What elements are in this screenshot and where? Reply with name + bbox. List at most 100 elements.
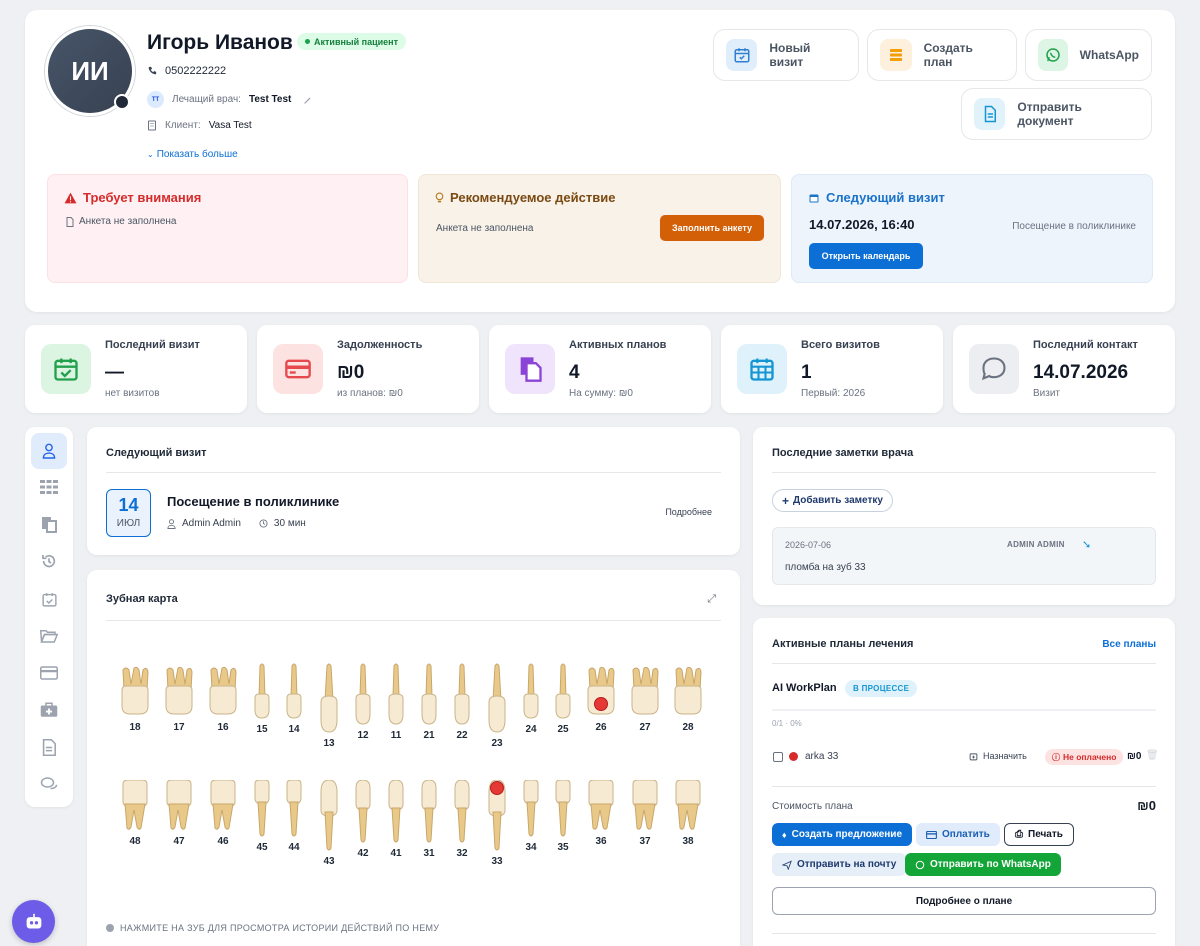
- tooth-12[interactable]: 12: [354, 662, 372, 741]
- patient-name: Игорь Иванов: [147, 31, 293, 54]
- print-button[interactable]: ⎙ Печать: [1004, 823, 1074, 846]
- tooth-16[interactable]: 16: [208, 666, 238, 733]
- documents-icon: [42, 516, 57, 533]
- stat-sub: На сумму: ₪0: [569, 388, 633, 399]
- tooth-41[interactable]: 41: [387, 780, 405, 859]
- sidebar-item-profile[interactable]: [31, 433, 67, 469]
- visit-date-badge[interactable]: 14 ИЮЛ: [106, 489, 151, 537]
- tooth-number: 15: [256, 724, 268, 735]
- tooth-22[interactable]: 22: [453, 662, 471, 741]
- tooth-21[interactable]: 21: [420, 662, 438, 741]
- tooth-15[interactable]: 15: [253, 662, 271, 735]
- stat-card: Последний визит — нет визитов: [25, 325, 247, 413]
- tooth-35[interactable]: 35: [554, 780, 572, 853]
- next-visit-datetime: 14.07.2026, 16:40: [809, 217, 915, 232]
- visit-month: ИЮЛ: [116, 518, 141, 529]
- ai-assistant-button[interactable]: [12, 900, 55, 943]
- add-note-button[interactable]: + Добавить заметку: [772, 489, 893, 512]
- tooth-43[interactable]: 43: [319, 780, 339, 867]
- stat-value: 1: [801, 362, 812, 383]
- send-document-button[interactable]: Отправить документ: [961, 88, 1152, 140]
- doctor-notes-card: Последние заметки врача + Добавить замет…: [753, 427, 1175, 605]
- tooth-13[interactable]: 13: [319, 662, 339, 749]
- sidebar-item-files[interactable]: [38, 625, 60, 647]
- note-item[interactable]: 2026-07-06 ADMIN ADMIN ➘ пломба на зуб 3…: [772, 527, 1156, 585]
- send-whatsapp-button[interactable]: Отправить по WhatsApp: [905, 853, 1061, 876]
- new-visit-button[interactable]: Новый визит: [713, 29, 859, 81]
- open-calendar-button[interactable]: Открыть календарь: [809, 243, 923, 269]
- status-dot-icon: [305, 39, 310, 44]
- file-text-icon: [42, 738, 56, 756]
- doctor-name: Test Test: [248, 94, 292, 105]
- tooth-34[interactable]: 34: [522, 780, 540, 853]
- visit-duration: 30 мин: [273, 518, 306, 529]
- printer-icon: ⎙: [1015, 829, 1023, 840]
- tooth-33[interactable]: 33: [487, 780, 507, 867]
- show-more-link[interactable]: ⌄ Показать больше: [147, 149, 238, 160]
- sidebar-item-medical[interactable]: [38, 699, 60, 721]
- tooth-46[interactable]: 46: [208, 780, 238, 847]
- sidebar-item-visits[interactable]: [38, 588, 60, 610]
- whatsapp-button[interactable]: WhatsApp: [1025, 29, 1152, 81]
- tooth-18[interactable]: 18: [120, 666, 150, 733]
- phone-row[interactable]: 0502222222: [147, 65, 226, 77]
- sidebar-item-forms[interactable]: [38, 736, 60, 758]
- stat-sub: нет визитов: [105, 388, 160, 399]
- tooth-38[interactable]: 38: [673, 780, 703, 847]
- sidebar-item-grid[interactable]: [38, 476, 60, 498]
- tooth-14[interactable]: 14: [285, 662, 303, 735]
- tooth-27[interactable]: 27: [630, 666, 660, 733]
- tooth-31[interactable]: 31: [420, 780, 438, 859]
- stat-label: Активных планов: [569, 339, 667, 351]
- tooth-number: 11: [390, 730, 402, 741]
- tooth-28[interactable]: 28: [673, 666, 703, 733]
- tooth-11[interactable]: 11: [387, 662, 405, 741]
- edit-pencil-icon[interactable]: [303, 95, 313, 105]
- visit-details-link[interactable]: Подробнее: [665, 507, 712, 517]
- plan-item-checkbox[interactable]: [773, 752, 783, 762]
- tooth-42[interactable]: 42: [354, 780, 372, 859]
- stat-value: —: [105, 362, 124, 383]
- tooth-number: 41: [390, 848, 402, 859]
- tooth-32[interactable]: 32: [453, 780, 471, 859]
- magic-wand-icon[interactable]: ➘: [1082, 538, 1091, 551]
- sidebar-item-documents[interactable]: [38, 513, 60, 535]
- tooth-number: 37: [639, 836, 651, 847]
- note-text: пломба на зуб 33: [785, 562, 866, 573]
- assign-button[interactable]: Назначить: [969, 751, 1027, 761]
- tooth-47[interactable]: 47: [164, 780, 194, 847]
- history-icon: [42, 555, 56, 568]
- calendar-icon: [809, 194, 819, 202]
- all-plans-link[interactable]: Все планы: [1102, 639, 1156, 650]
- sidebar-item-payments[interactable]: [38, 662, 60, 684]
- divider: [772, 663, 1156, 664]
- pay-button[interactable]: Оплатить: [916, 823, 1000, 846]
- tooth-45[interactable]: 45: [253, 780, 271, 853]
- create-plan-button[interactable]: Создать план: [867, 29, 1017, 81]
- tooth-37[interactable]: 37: [630, 780, 660, 847]
- plan-details-button[interactable]: Подробнее о плане: [772, 887, 1156, 915]
- tooth-23[interactable]: 23: [487, 662, 507, 749]
- document-icon: [974, 98, 1006, 130]
- calendar-check-icon: [41, 344, 91, 394]
- trash-icon[interactable]: 🗑: [1146, 750, 1159, 761]
- send-mail-button[interactable]: Отправить на почту: [772, 853, 907, 876]
- create-offer-button[interactable]: ♦ Создать предложение: [772, 823, 913, 846]
- new-visit-label: Новый визит: [769, 41, 811, 69]
- tooth-48[interactable]: 48: [120, 780, 150, 847]
- tooth-26[interactable]: 26: [586, 666, 616, 733]
- tooth-17[interactable]: 17: [164, 666, 194, 733]
- add-note-label: Добавить заметку: [793, 495, 883, 506]
- teeth-area: 18 17 16 15 14 13 12 11 21 22 23 24 25 26 27 28 48 47 46 45…: [87, 570, 740, 900]
- sidebar-item-messages[interactable]: [38, 773, 60, 795]
- tooth-number: 46: [217, 836, 229, 847]
- tooth-36[interactable]: 36: [586, 780, 616, 847]
- sidebar-item-history[interactable]: [38, 550, 60, 572]
- tooth-24[interactable]: 24: [522, 662, 540, 735]
- tooth-44[interactable]: 44: [285, 780, 303, 853]
- client-label: Клиент:: [165, 120, 201, 131]
- stat-sub: из планов: ₪0: [337, 388, 403, 399]
- plan-name[interactable]: AI WorkPlan: [772, 682, 837, 694]
- fill-questionnaire-button[interactable]: Заполнить анкету: [660, 215, 764, 241]
- tooth-25[interactable]: 25: [554, 662, 572, 735]
